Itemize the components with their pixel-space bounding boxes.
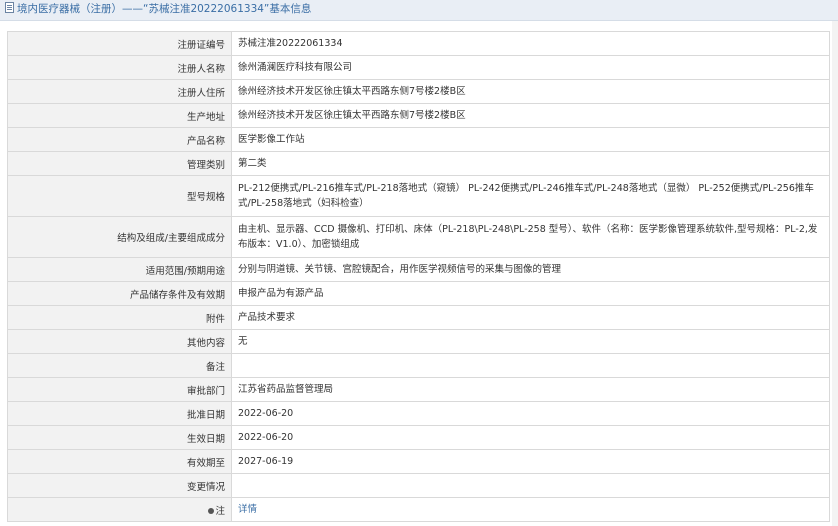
field-value: 苏械注准20222061334 — [231, 31, 830, 56]
field-label: 管理类别 — [7, 151, 232, 176]
field-value: 徐州涌澜医疗科技有限公司 — [231, 55, 830, 80]
field-label: 备注 — [7, 353, 232, 378]
details-link[interactable]: 详情 — [238, 504, 257, 515]
table-row: 产品名称 医学影像工作站 — [7, 127, 830, 152]
field-label: 型号规格 — [7, 175, 232, 217]
field-value: 申报产品为有源产品 — [231, 281, 830, 306]
note-label-cell: 注 — [7, 497, 232, 522]
field-value: 徐州经济技术开发区徐庄镇太平西路东侧7号楼2楼B区 — [231, 79, 830, 104]
field-label: 其他内容 — [7, 329, 232, 354]
field-value: PL-212便携式/PL-216推车式/PL-218落地式（窥镜） PL-242… — [231, 175, 830, 217]
field-value: 2022-06-20 — [231, 401, 830, 426]
field-label: 变更情况 — [7, 473, 232, 498]
table-row: 注册人住所 徐州经济技术开发区徐庄镇太平西路东侧7号楼2楼B区 — [7, 79, 830, 104]
field-value: 第二类 — [231, 151, 830, 176]
field-label: 生产地址 — [7, 103, 232, 128]
table-row: 其他内容 无 — [7, 329, 830, 354]
table-row: 结构及组成/主要组成成分 由主机、显示器、CCD 摄像机、打印机、床体（PL-2… — [7, 216, 830, 258]
table-row: 批准日期 2022-06-20 — [7, 401, 830, 426]
field-label: 结构及组成/主要组成成分 — [7, 216, 232, 258]
field-label: 注册人名称 — [7, 55, 232, 80]
field-value: 分别与阴道镜、关节镜、宫腔镜配合，用作医学视频信号的采集与图像的管理 — [231, 257, 830, 282]
field-value: 医学影像工作站 — [231, 127, 830, 152]
document-icon — [5, 2, 14, 13]
table-row: 有效期至 2027-06-19 — [7, 449, 830, 474]
field-label: 附件 — [7, 305, 232, 330]
field-label: 适用范围/预期用途 — [7, 257, 232, 282]
table-row: 生产地址 徐州经济技术开发区徐庄镇太平西路东侧7号楼2楼B区 — [7, 103, 830, 128]
page-title: 境内医疗器械（注册）——“苏械注准20222061334”基本信息 — [17, 3, 312, 15]
field-value: 江苏省药品监督管理局 — [231, 377, 830, 402]
field-label: 注册证编号 — [7, 31, 232, 56]
field-label: 有效期至 — [7, 449, 232, 474]
field-value: 2027-06-19 — [231, 449, 830, 474]
table-row: 适用范围/预期用途 分别与阴道镜、关节镜、宫腔镜配合，用作医学视频信号的采集与图… — [7, 257, 830, 282]
field-value — [231, 473, 830, 498]
table-row: 注 详情 — [7, 497, 830, 522]
table-row: 生效日期 2022-06-20 — [7, 425, 830, 450]
field-value: 2022-06-20 — [231, 425, 830, 450]
table-row: 变更情况 — [7, 473, 830, 498]
field-label: 产品储存条件及有效期 — [7, 281, 232, 306]
table-row: 注册证编号 苏械注准20222061334 — [7, 31, 830, 56]
field-value — [231, 353, 830, 378]
field-value: 产品技术要求 — [231, 305, 830, 330]
note-value-cell: 详情 — [231, 497, 830, 522]
table-row: 产品储存条件及有效期 申报产品为有源产品 — [7, 281, 830, 306]
field-label: 注册人住所 — [7, 79, 232, 104]
detail-table: 注册证编号 苏械注准20222061334 注册人名称 徐州涌澜医疗科技有限公司… — [7, 31, 830, 522]
field-value: 由主机、显示器、CCD 摄像机、打印机、床体（PL-218\PL-248\PL-… — [231, 216, 830, 258]
table-row: 备注 — [7, 353, 830, 378]
field-label: 批准日期 — [7, 401, 232, 426]
table-row: 管理类别 第二类 — [7, 151, 830, 176]
field-value: 徐州经济技术开发区徐庄镇太平西路东侧7号楼2楼B区 — [231, 103, 830, 128]
scrollbar[interactable] — [832, 21, 838, 526]
info-dot-icon — [208, 507, 215, 514]
table-row: 审批部门 江苏省药品监督管理局 — [7, 377, 830, 402]
field-value: 无 — [231, 329, 830, 354]
table-row: 注册人名称 徐州涌澜医疗科技有限公司 — [7, 55, 830, 80]
field-label: 生效日期 — [7, 425, 232, 450]
field-label: 产品名称 — [7, 127, 232, 152]
table-row: 型号规格 PL-212便携式/PL-216推车式/PL-218落地式（窥镜） P… — [7, 175, 830, 217]
field-label: 审批部门 — [7, 377, 232, 402]
page-header: 境内医疗器械（注册）——“苏械注准20222061334”基本信息 — [0, 0, 838, 21]
table-row: 附件 产品技术要求 — [7, 305, 830, 330]
note-label: 注 — [215, 505, 225, 517]
